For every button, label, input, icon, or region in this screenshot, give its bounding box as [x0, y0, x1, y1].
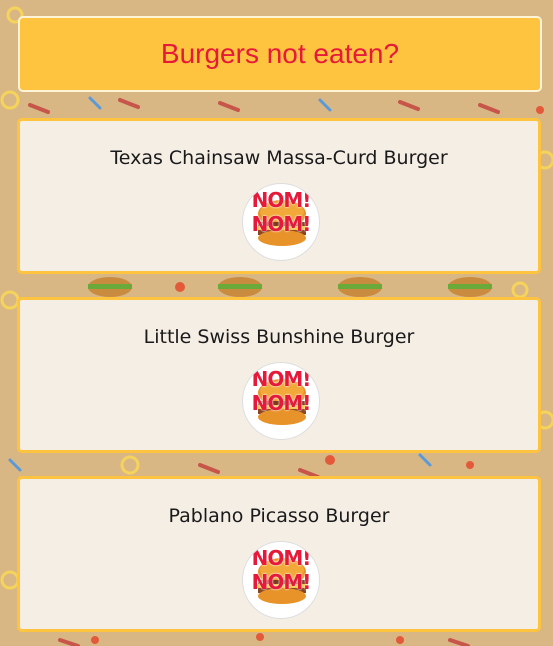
burger-card: Texas Chainsaw Massa-Curd Burger NOM! NO… — [17, 118, 541, 274]
nom-label-bottom: NOM! — [251, 570, 312, 594]
nom-label-top: NOM! — [251, 188, 312, 212]
burger-card: Pablano Picasso Burger NOM! NOM! — [17, 476, 541, 632]
burger-name: Little Swiss Bunshine Burger — [143, 326, 415, 348]
eat-burger-button[interactable]: NOM! NOM! — [242, 541, 320, 619]
nom-label-bottom: NOM! — [251, 391, 312, 415]
nom-label-top: NOM! — [251, 546, 312, 570]
eat-burger-button[interactable]: NOM! NOM! — [242, 183, 320, 261]
page-title: Burgers not eaten? — [160, 38, 400, 69]
nom-label-top: NOM! — [251, 367, 312, 391]
nom-label-bottom: NOM! — [251, 212, 312, 236]
burger-card: Little Swiss Bunshine Burger NOM! NOM! — [17, 297, 541, 453]
page-header: Burgers not eaten? — [18, 16, 542, 92]
burger-name: Texas Chainsaw Massa-Curd Burger — [110, 147, 448, 169]
eat-burger-button[interactable]: NOM! NOM! — [242, 362, 320, 440]
burger-name: Pablano Picasso Burger — [168, 505, 390, 527]
